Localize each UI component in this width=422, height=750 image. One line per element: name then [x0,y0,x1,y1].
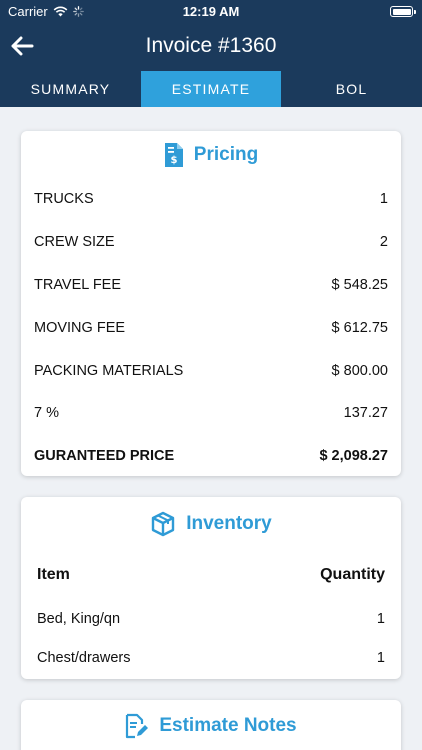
tab-estimate[interactable]: ESTIMATE [141,71,281,107]
pricing-row-label: TRUCKS [34,191,94,208]
box-icon [152,511,175,537]
pricing-row-value: $ 548.25 [331,276,388,293]
pricing-row-label: CREW SIZE [34,234,115,251]
pricing-row-value: 2 [379,234,388,251]
status-bar: Carrier 12:19 AM [0,0,422,24]
estimate-notes-card: Estimate Notes [21,700,401,750]
battery-icon [390,6,416,17]
svg-text:$: $ [170,155,177,166]
pricing-row: TRUCKS 1 [21,178,401,221]
pricing-total-row: GURANTEED PRICE $ 2,098.27 [21,435,401,478]
pricing-card: $ Pricing TRUCKS 1 CREW SIZE 2 TRAVEL FE… [21,131,401,476]
page-title: Invoice #1360 [145,34,277,57]
tab-bol[interactable]: BOL [281,71,422,107]
inventory-card: Inventory Item Quantity Bed, King/qn 1 C… [21,497,401,679]
inventory-item-name: Bed, King/qn [37,610,121,627]
column-header-quantity: Quantity [320,566,385,583]
estimate-notes-header: Estimate Notes [21,700,401,750]
invoice-dollar-icon: $ [164,143,183,167]
app-header: Carrier 12:19 AM Invoice #1360 SUMMARY E… [0,0,422,107]
tab-bar: SUMMARY ESTIMATE BOL [0,71,422,107]
pricing-row: TRAVEL FEE $ 548.25 [21,264,401,307]
inventory-title: Inventory [186,513,272,534]
navigation-bar: Invoice #1360 [0,24,422,70]
pricing-header: $ Pricing [21,132,401,178]
pricing-row-label: TRAVEL FEE [34,276,122,293]
pricing-row: 7 % 137.27 [21,392,401,435]
pricing-total-value: $ 2,098.27 [319,448,388,465]
pricing-row: CREW SIZE 2 [21,221,401,264]
inventory-item-name: Chest/drawers [37,649,131,666]
pricing-row: PACKING MATERIALS $ 800.00 [21,349,401,392]
status-time: 12:19 AM [182,4,240,19]
inventory-item-quantity: 1 [376,610,385,627]
pricing-row-value: 1 [379,191,388,208]
edit-note-icon [126,713,149,739]
pricing-title: Pricing [193,144,259,165]
pricing-row-label: PACKING MATERIALS [34,362,184,379]
estimate-notes-title: Estimate Notes [159,715,297,736]
pricing-total-label: GURANTEED PRICE [34,448,175,465]
column-header-item: Item [37,566,70,583]
pricing-row-value: 137.27 [343,405,388,422]
inventory-item-quantity: 1 [376,649,385,666]
table-row: Chest/drawers 1 [21,638,401,677]
pricing-row-label: MOVING FEE [34,319,126,336]
pricing-row-value: $ 800.00 [331,362,388,379]
inventory-header: Inventory [21,497,401,551]
pricing-row: MOVING FEE $ 612.75 [21,306,401,349]
tab-summary[interactable]: SUMMARY [0,71,141,107]
pricing-row-label: 7 % [34,405,59,422]
inventory-table-header: Item Quantity [21,551,401,599]
table-row: Bed, King/qn 1 [21,599,401,638]
pricing-row-value: $ 612.75 [331,319,388,336]
